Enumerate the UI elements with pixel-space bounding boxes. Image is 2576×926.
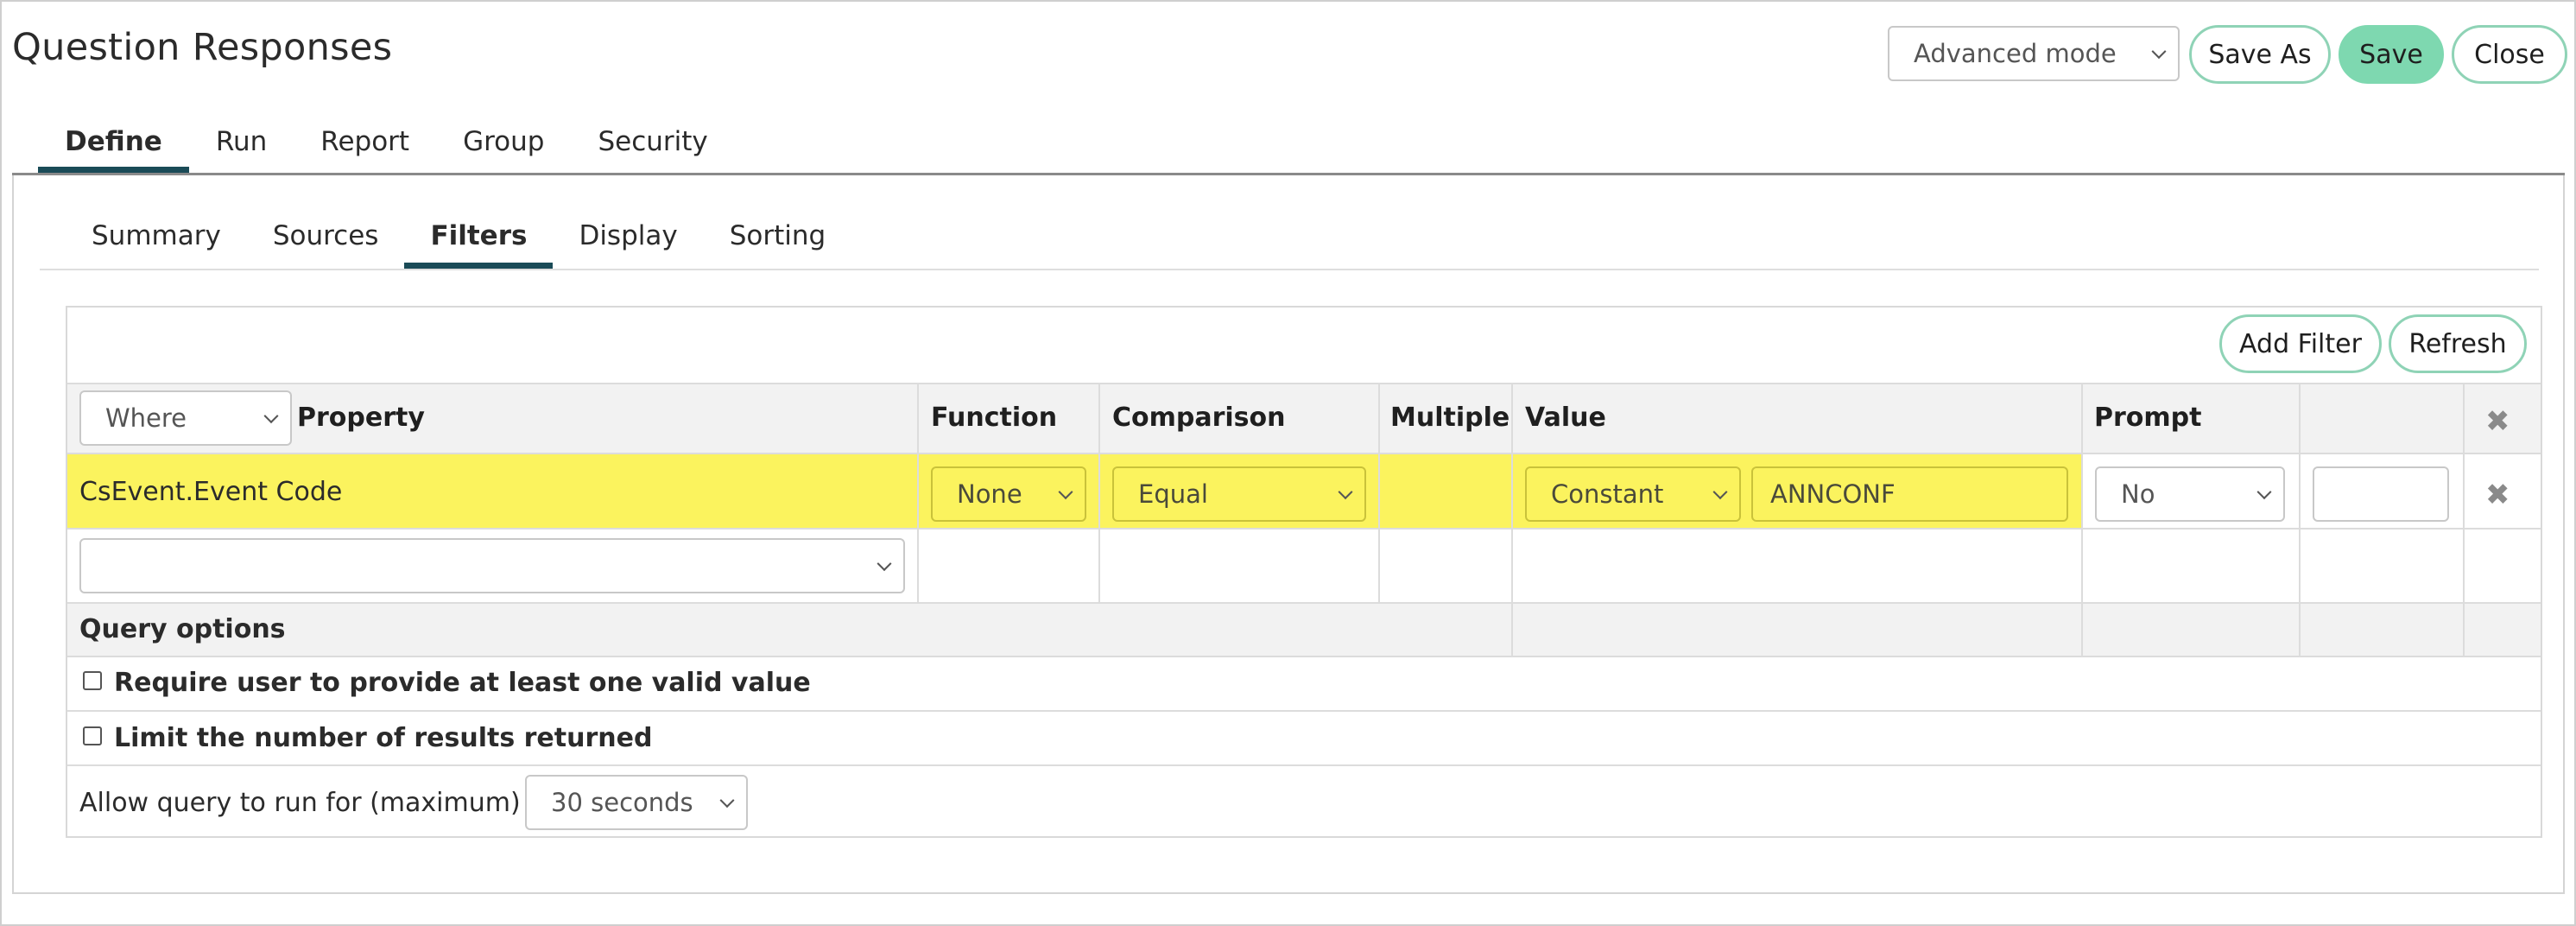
remove-filter-icon[interactable]: ✖: [2485, 478, 2510, 512]
function-select-value: None: [957, 479, 1022, 509]
sub-tabs-divider: [40, 269, 2539, 270]
query-options-heading: Query options: [79, 614, 286, 644]
column-divider: [2299, 383, 2301, 656]
chevron-down-icon: [2151, 44, 2167, 60]
value-type-select-value: Constant: [1551, 479, 1664, 509]
chevron-down-icon: [2256, 485, 2272, 500]
tab-group[interactable]: Group: [436, 111, 571, 173]
tab-run[interactable]: Run: [189, 111, 294, 173]
chevron-down-icon: [877, 556, 892, 572]
save-button[interactable]: Save: [2339, 25, 2444, 84]
where-select-value: Where: [105, 403, 187, 433]
column-header-property: Property: [297, 403, 425, 433]
refresh-button[interactable]: Refresh: [2389, 314, 2527, 373]
timeout-select-value: 30 seconds: [551, 788, 693, 817]
main-tabs: Define Run Report Group Security: [38, 111, 735, 173]
mode-select-value: Advanced mode: [1914, 39, 2117, 68]
value-type-select[interactable]: Constant: [1525, 466, 1741, 522]
tab-define[interactable]: Define: [38, 111, 189, 173]
limit-results-checkbox[interactable]: [83, 726, 102, 745]
tab-summary[interactable]: Summary: [66, 203, 247, 269]
chevron-down-icon: [719, 793, 735, 809]
add-filter-button[interactable]: Add Filter: [2219, 314, 2382, 373]
column-divider: [1098, 383, 1100, 604]
tab-display[interactable]: Display: [553, 203, 703, 269]
row-divider: [67, 656, 2541, 657]
query-options-header: [67, 604, 2541, 656]
require-valid-label: Require user to provide at least one val…: [114, 668, 811, 698]
filter-property: CsEvent.Event Code: [79, 477, 343, 507]
timeout-label: Allow query to run for (maximum): [79, 788, 521, 818]
sub-tabs: Summary Sources Filters Display Sorting: [66, 203, 851, 269]
row-divider: [67, 602, 2541, 604]
page-title: Question Responses: [12, 26, 393, 69]
tab-sorting[interactable]: Sorting: [704, 203, 851, 269]
column-divider: [2081, 383, 2083, 656]
value-input[interactable]: ANNCONF: [1751, 466, 2068, 522]
tab-security[interactable]: Security: [571, 111, 734, 173]
chevron-down-icon: [1338, 485, 1353, 500]
new-property-select[interactable]: [79, 538, 905, 593]
comparison-select[interactable]: Equal: [1112, 466, 1366, 522]
column-header-value: Value: [1525, 403, 1606, 433]
column-divider: [2463, 383, 2465, 656]
tab-sources[interactable]: Sources: [247, 203, 405, 269]
extra-input[interactable]: [2313, 466, 2449, 522]
tab-report[interactable]: Report: [294, 111, 436, 173]
column-header-comparison: Comparison: [1112, 403, 1286, 433]
where-select[interactable]: Where: [79, 390, 292, 446]
column-divider: [1511, 383, 1513, 656]
comparison-select-value: Equal: [1138, 479, 1208, 509]
remove-all-icon[interactable]: ✖: [2485, 404, 2510, 439]
column-divider: [917, 383, 919, 604]
prompt-select[interactable]: No: [2095, 466, 2285, 522]
row-divider: [67, 710, 2541, 712]
require-valid-checkbox[interactable]: [83, 671, 102, 690]
close-button[interactable]: Close: [2452, 25, 2567, 84]
mode-select[interactable]: Advanced mode: [1888, 26, 2180, 81]
chevron-down-icon: [1712, 485, 1728, 500]
save-as-button[interactable]: Save As: [2189, 25, 2331, 84]
column-header-function: Function: [931, 403, 1058, 433]
column-header-prompt: Prompt: [2094, 403, 2202, 433]
timeout-select[interactable]: 30 seconds: [525, 775, 748, 830]
limit-results-label: Limit the number of results returned: [114, 723, 653, 753]
chevron-down-icon: [263, 409, 279, 424]
column-divider: [1378, 383, 1380, 604]
chevron-down-icon: [1058, 485, 1073, 500]
prompt-select-value: No: [2121, 479, 2155, 509]
tab-filters[interactable]: Filters: [404, 203, 554, 269]
row-divider: [67, 528, 2541, 530]
column-header-multiple: Multiple: [1390, 403, 1510, 433]
function-select[interactable]: None: [931, 466, 1086, 522]
row-divider: [67, 764, 2541, 766]
